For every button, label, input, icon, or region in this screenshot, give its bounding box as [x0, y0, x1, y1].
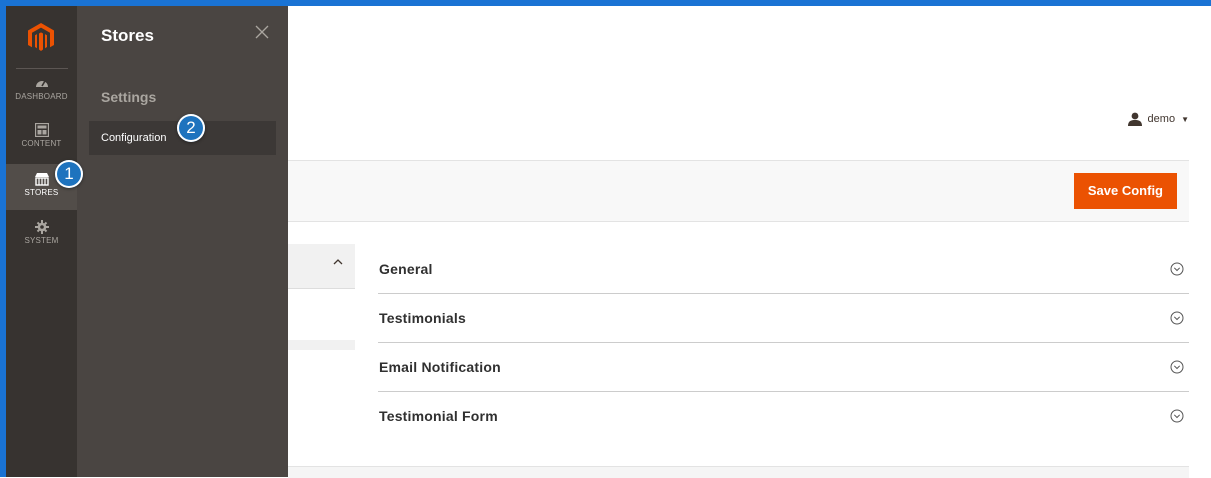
expand-circle-icon — [1170, 360, 1184, 374]
expand-circle-icon — [1170, 311, 1184, 325]
username: demo — [1147, 113, 1176, 125]
user-menu[interactable]: demo ▼ — [1127, 112, 1189, 126]
stores-icon — [34, 173, 49, 186]
rail-item-label: DASHBOARD — [15, 92, 68, 101]
close-icon[interactable] — [254, 24, 270, 40]
config-tab-group-collapsed[interactable] — [288, 340, 355, 350]
user-icon — [1127, 112, 1142, 126]
chevron-down-icon: ▼ — [1181, 114, 1189, 124]
magento-logo-icon[interactable] — [28, 23, 54, 51]
section-title: Email Notification — [379, 359, 501, 375]
expand-circle-icon — [1170, 409, 1184, 423]
section-title: Testimonial Form — [379, 408, 498, 424]
config-tab-group[interactable] — [288, 244, 355, 289]
section-testimonials[interactable]: Testimonials — [378, 294, 1189, 343]
content-icon — [34, 123, 49, 137]
step-badge-2: 2 — [177, 114, 205, 142]
rail-item-label: CONTENT — [21, 139, 62, 148]
flyout-group-settings: Settings — [101, 89, 157, 105]
save-config-button[interactable]: Save Config — [1073, 173, 1177, 209]
section-email-notification[interactable]: Email Notification — [378, 343, 1189, 392]
flyout-title: Stores — [101, 26, 154, 45]
section-testimonial-form[interactable]: Testimonial Form — [378, 392, 1189, 440]
rail-item-dashboard[interactable]: DASHBOARD — [6, 76, 77, 124]
step-badge-1: 1 — [55, 160, 83, 188]
rail-divider — [16, 68, 68, 69]
section-general[interactable]: General — [378, 245, 1189, 294]
gear-icon — [34, 220, 49, 234]
chevron-up-icon — [333, 259, 343, 265]
config-sections: General Testimonials Email Notification … — [378, 245, 1189, 440]
rail-item-system[interactable]: SYSTEM — [6, 220, 77, 268]
section-title: Testimonials — [379, 310, 466, 326]
rail-item-label: STORES — [24, 188, 59, 197]
dashboard-icon — [35, 80, 48, 87]
expand-circle-icon — [1170, 262, 1184, 276]
admin-nav-rail: DASHBOARD CONTENT STORES SYSTEM — [6, 6, 77, 477]
section-title: General — [379, 261, 433, 277]
footer-divider — [288, 466, 1189, 478]
rail-item-label: SYSTEM — [24, 236, 59, 245]
stores-flyout-menu: Stores Settings Configuration — [77, 6, 288, 477]
